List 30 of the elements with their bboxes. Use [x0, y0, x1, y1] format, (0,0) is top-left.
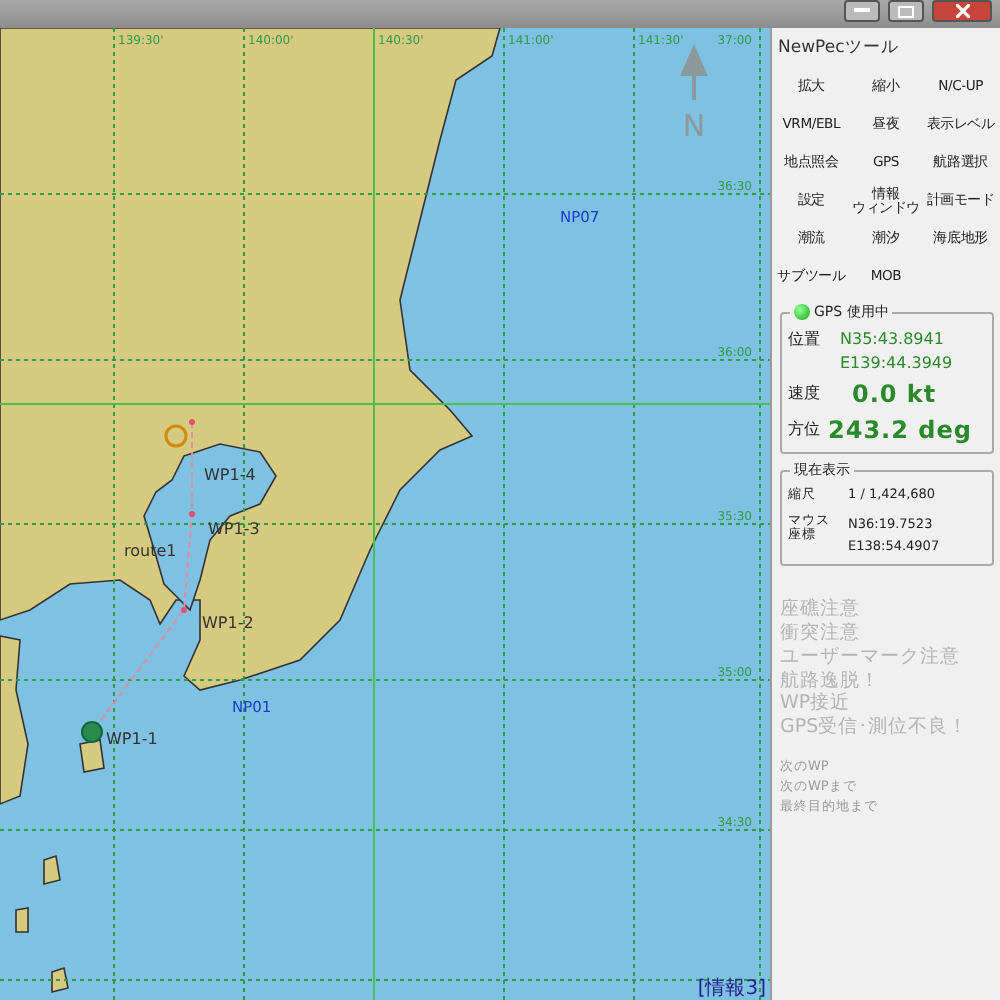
alert-text: 航路逸脱！ [780, 669, 882, 692]
latitude-value: N35:43.8941 [840, 327, 946, 352]
north-arrow-icon [680, 44, 708, 100]
heading-value: 243.2 deg [828, 413, 972, 448]
position-circle-icon [164, 424, 188, 448]
waypoint-label: WP1-2 [202, 614, 254, 632]
field-label: 方位 [788, 417, 822, 442]
alert-text: GPS受信･測位不良！ [780, 716, 971, 741]
close-icon [955, 4, 969, 18]
maximize-icon [898, 5, 914, 17]
info-label[interactable]: [情報3] [697, 978, 766, 1000]
minimize-button[interactable] [844, 0, 880, 22]
field-label: 位置 [788, 327, 822, 352]
field-label: 速度 [788, 381, 822, 406]
speed-value: 0.0 kt [852, 377, 937, 412]
waypoint-label: WP1-4 [204, 466, 256, 484]
maximize-button[interactable] [888, 0, 924, 22]
north-label: N [682, 108, 706, 144]
island [15, 907, 29, 933]
waypoint-label: WP1-1 [106, 730, 158, 748]
minimize-icon [854, 8, 870, 14]
longitude-value: E139:44.3949 [840, 351, 953, 376]
close-button[interactable] [932, 0, 992, 22]
panel-title: NewPecツール [776, 36, 901, 62]
island [79, 739, 105, 773]
alert-text: 座礁注意 [780, 597, 862, 622]
island [51, 966, 69, 994]
alert-text: WP接近 [780, 692, 853, 716]
alert-text: 衝突注意 [780, 621, 862, 646]
alert-text: ユーザーマーク注意 [780, 645, 962, 669]
